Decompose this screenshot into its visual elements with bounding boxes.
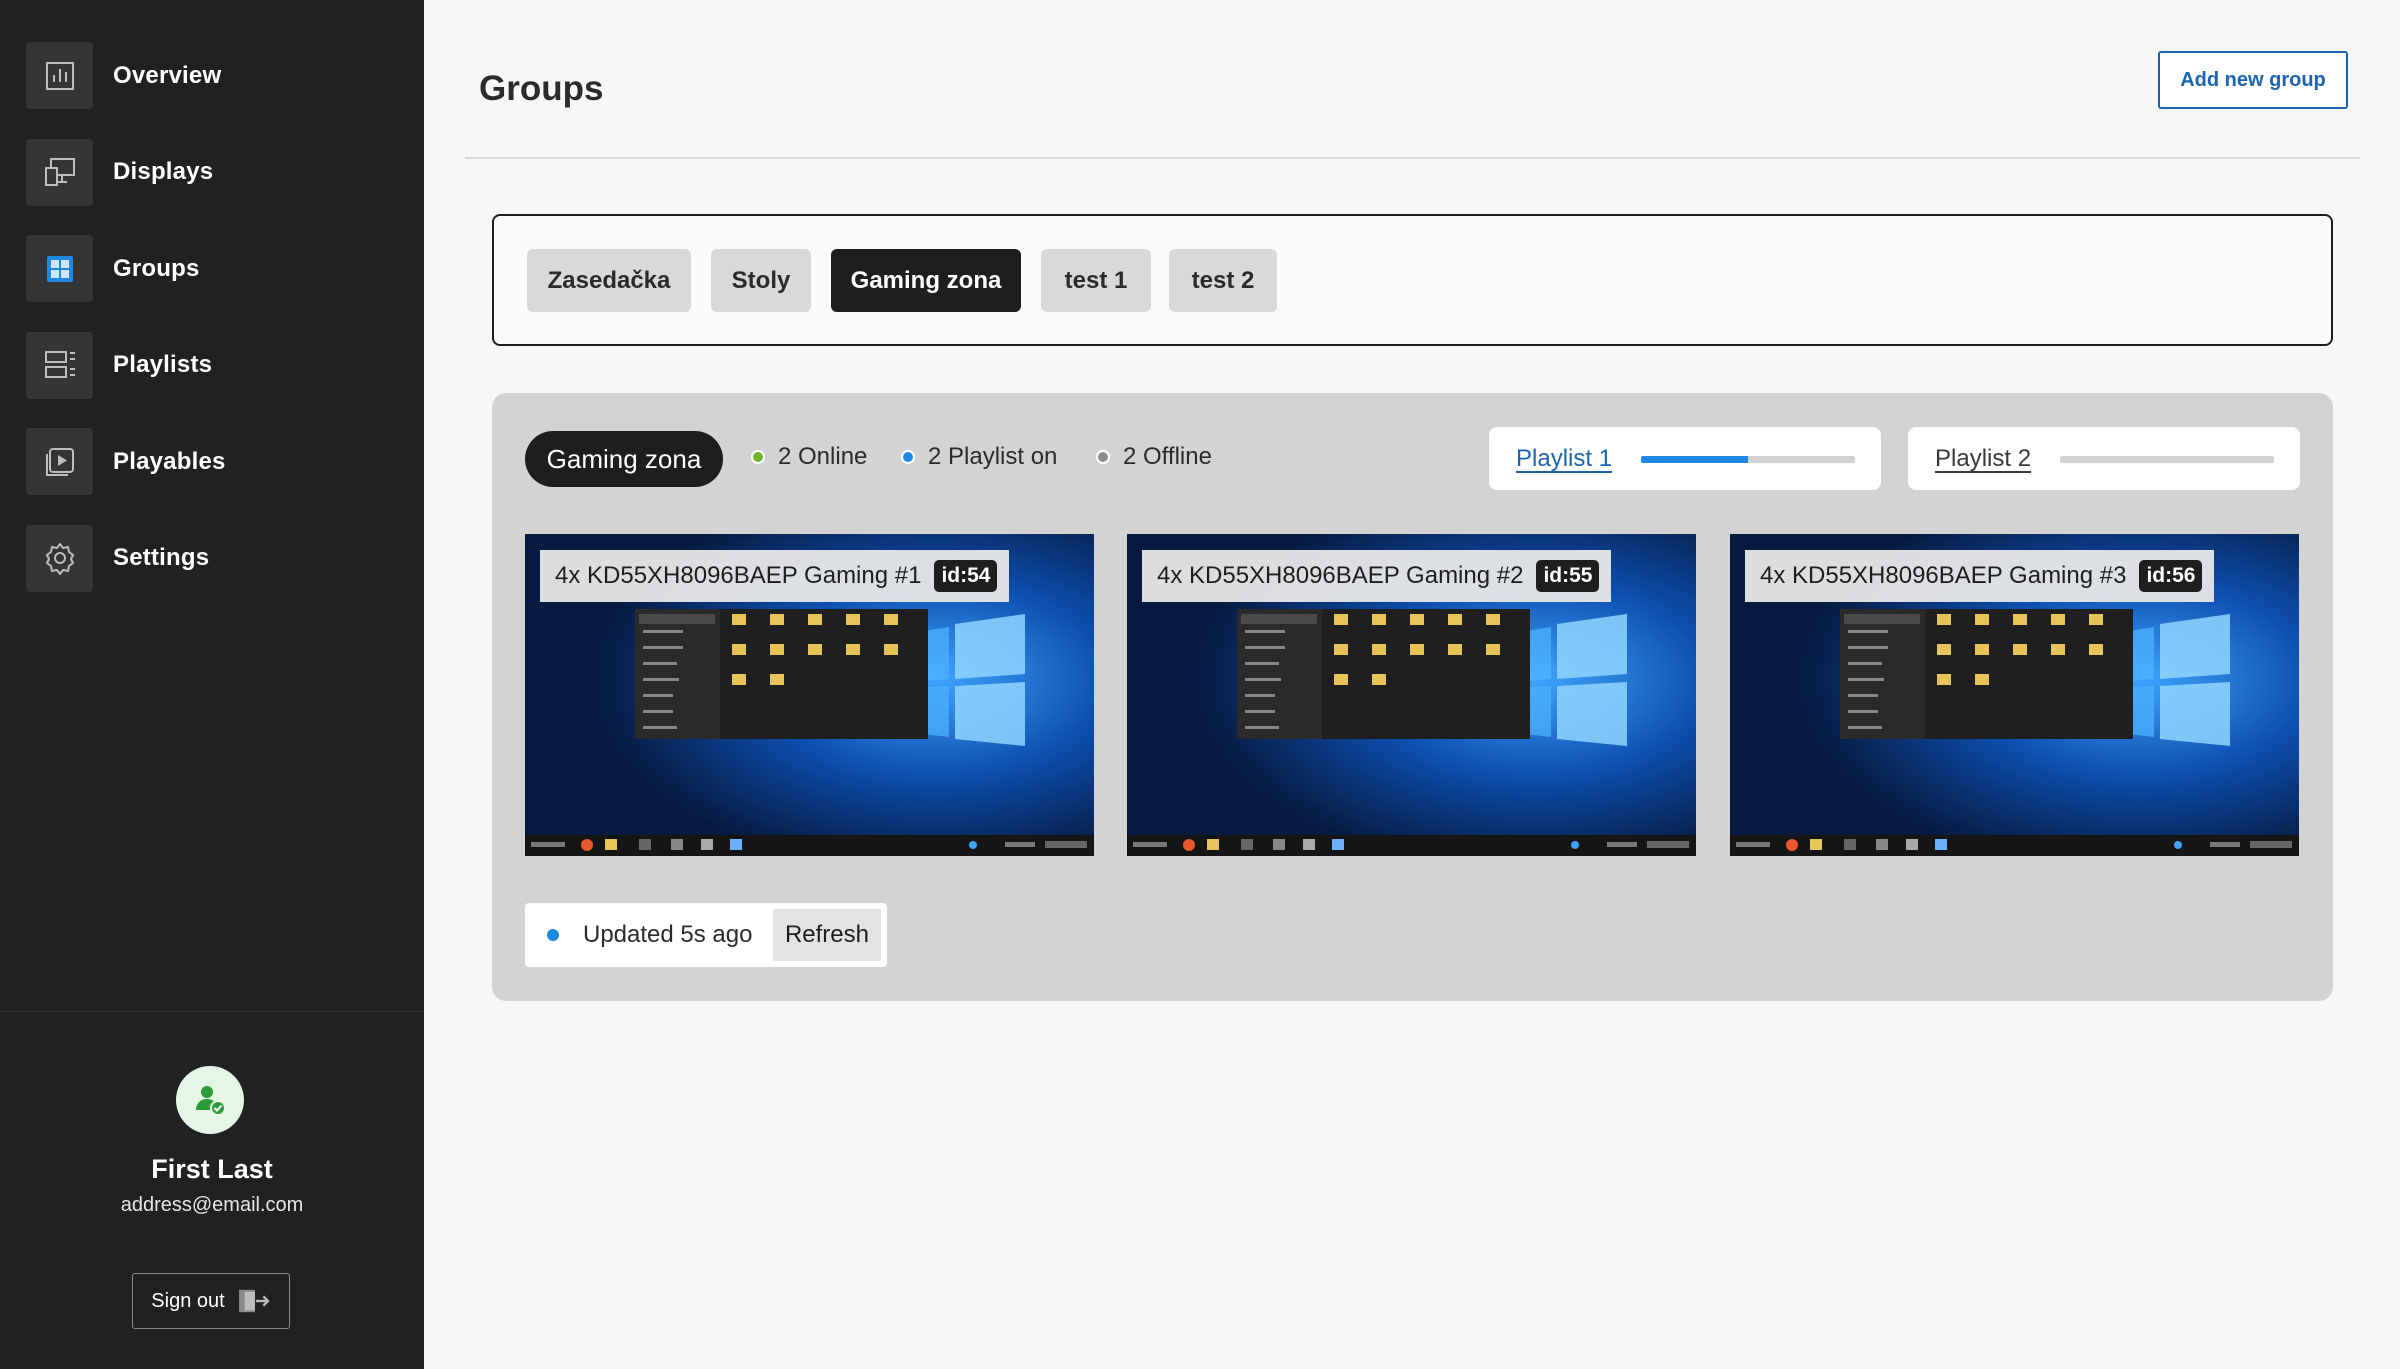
- display-label: 4x KD55XH8096BAEP Gaming #3 id:56: [1745, 550, 2215, 602]
- playlist-dot-icon: [901, 450, 915, 464]
- sign-out-label: Sign out: [151, 1289, 225, 1312]
- update-dot-icon: [547, 929, 559, 941]
- offline-dot-icon: [1096, 450, 1110, 464]
- display-card-2[interactable]: 4x KD55XH8096BAEP Gaming #2 id:55: [1127, 534, 1696, 856]
- tab-gaming-zona[interactable]: Gaming zona: [831, 249, 1021, 312]
- grid-icon: [26, 235, 93, 303]
- group-tabs: Zasedačka Stoly Gaming zona test 1 test …: [492, 214, 2333, 346]
- status-online-label: 2 Online: [778, 443, 868, 470]
- sidebar: Overview Displays Groups Playlists Playa…: [0, 0, 424, 1369]
- display-icon: [26, 138, 93, 206]
- display-id-badge: id:54: [934, 560, 998, 592]
- updated-text: Updated 5s ago: [583, 921, 753, 948]
- play-icon: [26, 428, 93, 496]
- status-playlist-label: 2 Playlist on: [928, 443, 1058, 470]
- exit-icon: [238, 1289, 270, 1313]
- update-status: Updated 5s ago Refresh: [525, 903, 887, 967]
- sidebar-item-settings[interactable]: Settings: [26, 524, 226, 592]
- user-email: address@email.com: [120, 1194, 304, 1216]
- sidebar-item-groups[interactable]: Groups: [26, 235, 226, 303]
- avatar: [176, 1066, 244, 1134]
- display-label: 4x KD55XH8096BAEP Gaming #2 id:55: [1142, 550, 1612, 602]
- status-playlist-on: 2 Playlist on: [901, 443, 1057, 471]
- display-name: 4x KD55XH8096BAEP Gaming #2: [1157, 562, 1524, 589]
- sidebar-item-label: Playlists: [113, 351, 213, 379]
- gear-icon: [26, 524, 93, 592]
- chart-bar-icon: [26, 42, 93, 109]
- display-card-1[interactable]: 4x KD55XH8096BAEP Gaming #1 id:54: [525, 534, 1094, 856]
- sidebar-item-label: Settings: [113, 544, 210, 572]
- user-verified-icon: [196, 1086, 226, 1116]
- add-new-group-button[interactable]: Add new group: [2158, 51, 2348, 109]
- sidebar-item-label: Playables: [113, 447, 226, 475]
- status-offline-label: 2 Offline: [1123, 443, 1212, 470]
- tab-zasedacka[interactable]: Zasedačka: [527, 249, 691, 312]
- playlist-progress: [1641, 456, 1855, 463]
- list-icon: [26, 331, 93, 399]
- playlist-progress: [2060, 456, 2274, 463]
- sidebar-item-playlists[interactable]: Playlists: [26, 331, 226, 399]
- divider: [465, 157, 2360, 159]
- tab-test-2[interactable]: test 2: [1169, 249, 1277, 312]
- display-id-badge: id:56: [2139, 560, 2203, 592]
- sidebar-item-label: Overview: [113, 61, 222, 89]
- display-name: 4x KD55XH8096BAEP Gaming #1: [555, 562, 922, 589]
- tab-test-1[interactable]: test 1: [1041, 249, 1151, 312]
- status-offline: 2 Offline: [1096, 443, 1212, 471]
- user-panel: First Last address@email.com Sign out: [0, 1011, 424, 1369]
- display-id-badge: id:55: [1536, 560, 1600, 592]
- sidebar-item-label: Displays: [113, 158, 214, 186]
- sidebar-nav: Overview Displays Groups Playlists Playa…: [26, 42, 226, 622]
- playlist-label[interactable]: Playlist 2: [1935, 445, 2031, 473]
- playlist-card-1[interactable]: Playlist 1: [1489, 427, 1881, 490]
- group-name-chip: Gaming zona: [525, 431, 723, 487]
- sign-out-button[interactable]: Sign out: [132, 1273, 290, 1329]
- user-name: First Last: [151, 1154, 273, 1184]
- display-label: 4x KD55XH8096BAEP Gaming #1 id:54: [540, 550, 1010, 602]
- tab-stoly[interactable]: Stoly: [711, 249, 811, 312]
- playlist-label[interactable]: Playlist 1: [1516, 445, 1612, 473]
- sidebar-item-displays[interactable]: Displays: [26, 138, 226, 206]
- playlist-card-2[interactable]: Playlist 2: [1908, 427, 2300, 490]
- status-online: 2 Online: [751, 443, 867, 471]
- sidebar-item-overview[interactable]: Overview: [26, 42, 226, 109]
- online-dot-icon: [751, 450, 765, 464]
- refresh-button[interactable]: Refresh: [772, 909, 881, 961]
- playlist-progress-fill: [1641, 456, 1748, 463]
- page-title: Groups: [479, 69, 604, 108]
- sidebar-item-playables[interactable]: Playables: [26, 428, 226, 496]
- display-name: 4x KD55XH8096BAEP Gaming #3: [1760, 562, 2127, 589]
- sidebar-item-label: Groups: [113, 254, 200, 282]
- group-panel: Gaming zona 2 Online 2 Playlist on 2 Off…: [492, 393, 2333, 1001]
- display-card-3[interactable]: 4x KD55XH8096BAEP Gaming #3 id:56: [1730, 534, 2299, 856]
